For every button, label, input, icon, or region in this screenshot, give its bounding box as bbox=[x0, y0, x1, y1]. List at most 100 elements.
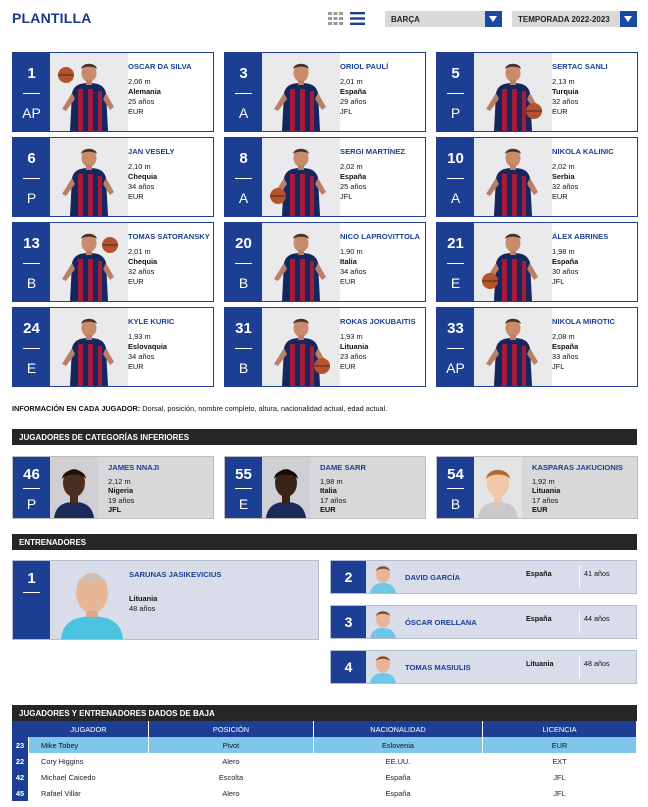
player-card[interactable]: 20 B NICO LAPROVITTOLA 1,90 m Italia 34 … bbox=[224, 222, 426, 302]
player-position: AP bbox=[446, 360, 465, 376]
coach-name[interactable]: DAVID GARCÍA bbox=[405, 573, 460, 582]
chevron-down-icon[interactable] bbox=[620, 11, 637, 27]
player-name[interactable]: SERGI MARTÍNEZ bbox=[340, 147, 426, 157]
player-name[interactable]: KYLE KURIC bbox=[128, 317, 214, 327]
coach-number-column: 1 bbox=[13, 561, 50, 639]
player-position: P bbox=[26, 190, 37, 206]
player-age: 17 años bbox=[320, 495, 347, 505]
player-info: OSCAR DA SILVA 2,06 m Alemania 25 años E… bbox=[128, 62, 214, 117]
player-card[interactable]: 10 A NIKOLA KALINIC 2,02 m Serbia 32 año… bbox=[436, 137, 638, 217]
coach-nationality: Lituania bbox=[129, 594, 158, 603]
player-photo bbox=[474, 53, 552, 131]
player-height: 2,08 m bbox=[552, 332, 575, 341]
column-header-license[interactable]: LICENCIA bbox=[483, 721, 637, 737]
column-header-position[interactable]: POSICIÓN bbox=[149, 721, 314, 737]
player-license: EUR bbox=[128, 192, 144, 201]
player-number: 8 bbox=[239, 150, 248, 167]
player-number-column: 20 B bbox=[225, 223, 262, 301]
assistant-coach-card[interactable]: 4 TOMAS MASIULIS Lituania 48 años bbox=[330, 650, 637, 684]
player-name[interactable]: JAMES NNAJI bbox=[108, 463, 212, 473]
row-nationality: Eslovenia bbox=[314, 737, 483, 753]
player-name[interactable]: JAN VESELY bbox=[128, 147, 214, 157]
player-info: NIKOLA MIROTIC 2,08 m España 33 años JFL bbox=[552, 317, 638, 372]
player-number-column: 8 A bbox=[225, 138, 262, 216]
row-license: JFL bbox=[483, 769, 637, 785]
player-card[interactable]: 3 A ORIOL PAULÍ 2,01 m España 29 años JF… bbox=[224, 52, 426, 132]
player-height: 1,98 m bbox=[552, 247, 575, 256]
player-card[interactable]: 5 P SERTAC SANLI 2,13 m Turquia 32 años … bbox=[436, 52, 638, 132]
divider bbox=[23, 488, 40, 489]
player-info: SERTAC SANLI 2,13 m Turquia 32 años EUR bbox=[552, 62, 638, 117]
coach-name[interactable]: ÓSCAR ORELLANA bbox=[405, 618, 477, 627]
player-number-column: 1 AP bbox=[13, 53, 50, 131]
player-height: 2,01 m bbox=[340, 77, 363, 86]
divider bbox=[447, 178, 464, 179]
player-card[interactable]: 21 E ÁLEX ABRINES 1,98 m España 30 años … bbox=[436, 222, 638, 302]
header-num-cell bbox=[12, 721, 29, 737]
player-card[interactable]: 8 A SERGI MARTÍNEZ 2,02 m España 25 años… bbox=[224, 137, 426, 217]
divider bbox=[235, 263, 252, 264]
player-position: B bbox=[26, 275, 37, 291]
player-number: 21 bbox=[447, 235, 464, 252]
player-license: JFL bbox=[108, 505, 122, 514]
player-card[interactable]: 1 AP OSCAR DA SILVA 2,06 m Alemania 25 a… bbox=[12, 52, 214, 132]
row-position: Alero bbox=[149, 753, 314, 769]
row-player: Michael Caicedo bbox=[29, 769, 149, 785]
player-photo bbox=[262, 308, 340, 386]
player-card[interactable]: 13 B TOMAS SATORANSKY 2,01 m Chequia 32 … bbox=[12, 222, 214, 302]
departures-rows: 23 Mike Tobey Pivot Eslovenia EUR 22 Cor… bbox=[12, 737, 637, 801]
player-name[interactable]: DAME SARR bbox=[320, 463, 424, 473]
column-header-player[interactable]: JUGADOR bbox=[29, 721, 149, 737]
season-select[interactable]: TEMPORADA 2022-2023 bbox=[512, 11, 637, 27]
youth-player-card[interactable]: 46 P JAMES NNAJI 2,12 m Nigeria 19 años … bbox=[12, 456, 214, 519]
divider bbox=[447, 348, 464, 349]
player-name[interactable]: ÁLEX ABRINES bbox=[552, 232, 638, 242]
player-license: EUR bbox=[532, 505, 548, 514]
chevron-down-icon[interactable] bbox=[485, 11, 502, 27]
column-header-nationality[interactable]: NACIONALIDAD bbox=[314, 721, 483, 737]
divider bbox=[23, 592, 40, 593]
player-name[interactable]: NICO LAPROVITTOLA bbox=[340, 232, 426, 242]
table-row[interactable]: 45 Rafael Villar Alero España JFL bbox=[12, 785, 637, 801]
player-name[interactable]: NIKOLA MIROTIC bbox=[552, 317, 638, 327]
head-coach-card[interactable]: 1 SARUNAS JASIKEVICIUS Lituania 48 años bbox=[12, 560, 319, 640]
player-age: 33 años bbox=[552, 352, 579, 361]
list-view-icon[interactable] bbox=[350, 12, 365, 25]
player-photo bbox=[474, 457, 522, 518]
player-position: B bbox=[238, 360, 249, 376]
table-row[interactable]: 23 Mike Tobey Pivot Eslovenia EUR bbox=[12, 737, 637, 753]
player-card[interactable]: 24 E KYLE KURIC 1,93 m Eslovaquia 34 año… bbox=[12, 307, 214, 387]
player-name[interactable]: NIKOLA KALINIC bbox=[552, 147, 638, 157]
player-name[interactable]: KASPARAS JAKUCIONIS bbox=[532, 463, 636, 473]
player-name[interactable]: OSCAR DA SILVA bbox=[128, 62, 214, 72]
player-card[interactable]: 6 P JAN VESELY 2,10 m Chequia 34 años EU… bbox=[12, 137, 214, 217]
grid-view-icon[interactable] bbox=[328, 12, 343, 25]
player-position: E bbox=[26, 360, 37, 376]
row-license: EXT bbox=[483, 753, 637, 769]
player-card[interactable]: 33 AP NIKOLA MIROTIC 2,08 m España 33 añ… bbox=[436, 307, 638, 387]
player-card[interactable]: 31 B ROKAS JOKUBAITIS 1,93 m Lituania 23… bbox=[224, 307, 426, 387]
player-name[interactable]: ROKAS JOKUBAITIS bbox=[340, 317, 426, 327]
player-name[interactable]: ORIOL PAULÍ bbox=[340, 62, 426, 72]
youth-player-card[interactable]: 55 E DAME SARR 1,98 m Italia 17 años EUR bbox=[224, 456, 426, 519]
player-license: EUR bbox=[128, 107, 144, 116]
table-row[interactable]: 22 Cory Higgins Alero EE.UU. EXT bbox=[12, 753, 637, 769]
player-number-column: 33 AP bbox=[437, 308, 474, 386]
coach-photo bbox=[366, 651, 400, 683]
player-nationality: Lituania bbox=[340, 342, 369, 351]
row-number: 22 bbox=[12, 753, 29, 769]
player-photo bbox=[474, 308, 552, 386]
player-number-column: 3 A bbox=[225, 53, 262, 131]
coach-name[interactable]: TOMAS MASIULIS bbox=[405, 663, 471, 672]
assistant-coach-card[interactable]: 2 DAVID GARCÍA España 41 años bbox=[330, 560, 637, 594]
player-height: 1,98 m bbox=[320, 476, 343, 486]
player-nationality: Eslovaquia bbox=[128, 342, 168, 351]
player-photo bbox=[50, 457, 98, 518]
team-select[interactable]: BARÇA bbox=[385, 11, 502, 27]
player-number: 46 bbox=[23, 466, 40, 483]
youth-player-card[interactable]: 54 B KASPARAS JAKUCIONIS 1,92 m Lituania… bbox=[436, 456, 638, 519]
player-name[interactable]: TOMAS SATORANSKY bbox=[128, 232, 214, 242]
player-name[interactable]: SERTAC SANLI bbox=[552, 62, 638, 72]
assistant-coach-card[interactable]: 3 ÓSCAR ORELLANA España 44 años bbox=[330, 605, 637, 639]
table-row[interactable]: 42 Michael Caicedo Escolta España JFL bbox=[12, 769, 637, 785]
